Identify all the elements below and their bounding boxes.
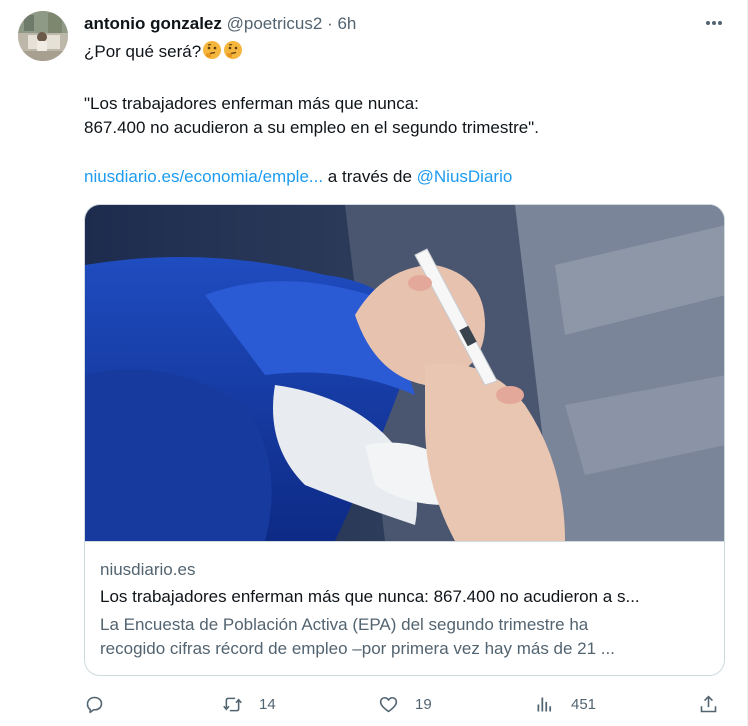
quote-line-1: "Los trabajadores enferman más que nunca… <box>84 94 419 113</box>
card-divider <box>85 541 724 542</box>
card-description-line-1: La Encuesta de Población Activa (EPA) de… <box>100 615 589 634</box>
views-button[interactable]: 451 <box>534 690 596 718</box>
thinking-face-emoji <box>224 41 243 59</box>
tweet-question: ¿Por qué será? <box>84 42 202 61</box>
separator-dot: · <box>327 14 333 33</box>
more-options-button[interactable] <box>700 11 728 35</box>
like-button[interactable]: 19 <box>378 690 432 718</box>
tweet-timestamp[interactable]: 6h <box>337 14 356 33</box>
thinking-face-emoji <box>203 41 222 59</box>
retweet-icon <box>223 697 242 711</box>
more-icon <box>706 21 722 25</box>
views-count: 451 <box>571 695 597 713</box>
tweet-header: antonio gonzalez @poetricus2 · 6h <box>84 13 356 35</box>
mention-link[interactable]: @NiusDiario <box>417 167 513 186</box>
retweet-button[interactable]: 14 <box>222 690 276 718</box>
heart-icon <box>379 696 398 712</box>
retweet-count: 14 <box>259 695 276 713</box>
like-count: 19 <box>415 695 432 713</box>
author-handle[interactable]: @poetricus2 <box>227 14 323 33</box>
card-description: La Encuesta de Población Activa (EPA) de… <box>100 613 712 661</box>
reply-button[interactable] <box>84 690 121 718</box>
card-domain: niusdiario.es <box>100 560 196 579</box>
link-preview-card[interactable]: niusdiario.es Los trabajadores enferman … <box>84 204 725 676</box>
card-image[interactable] <box>85 205 725 541</box>
share-button[interactable] <box>698 690 719 718</box>
tweet[interactable]: antonio gonzalez @poetricus2 · 6h ¿Por q… <box>0 0 747 726</box>
reply-icon <box>86 696 103 713</box>
link-line: niusdiario.es/economia/emple... a través… <box>84 166 512 188</box>
views-icon <box>537 697 552 711</box>
card-description-line-2: recogido cifras récord de empleo –por pr… <box>100 639 615 658</box>
author-name[interactable]: antonio gonzalez <box>84 14 222 33</box>
quote-line-2: 867.400 no acudieron a su empleo en el s… <box>84 118 539 137</box>
avatar[interactable] <box>18 11 68 61</box>
tweet-text-line-1: ¿Por qué será? <box>84 40 243 63</box>
avatar-photo <box>18 11 68 61</box>
article-link[interactable]: niusdiario.es/economia/emple... <box>84 167 323 186</box>
card-title[interactable]: Los trabajadores enferman más que nunca:… <box>100 586 712 608</box>
share-icon <box>700 695 717 712</box>
via-text: a través de <box>323 167 417 186</box>
tweet-actions: 14 19 451 <box>84 690 724 718</box>
